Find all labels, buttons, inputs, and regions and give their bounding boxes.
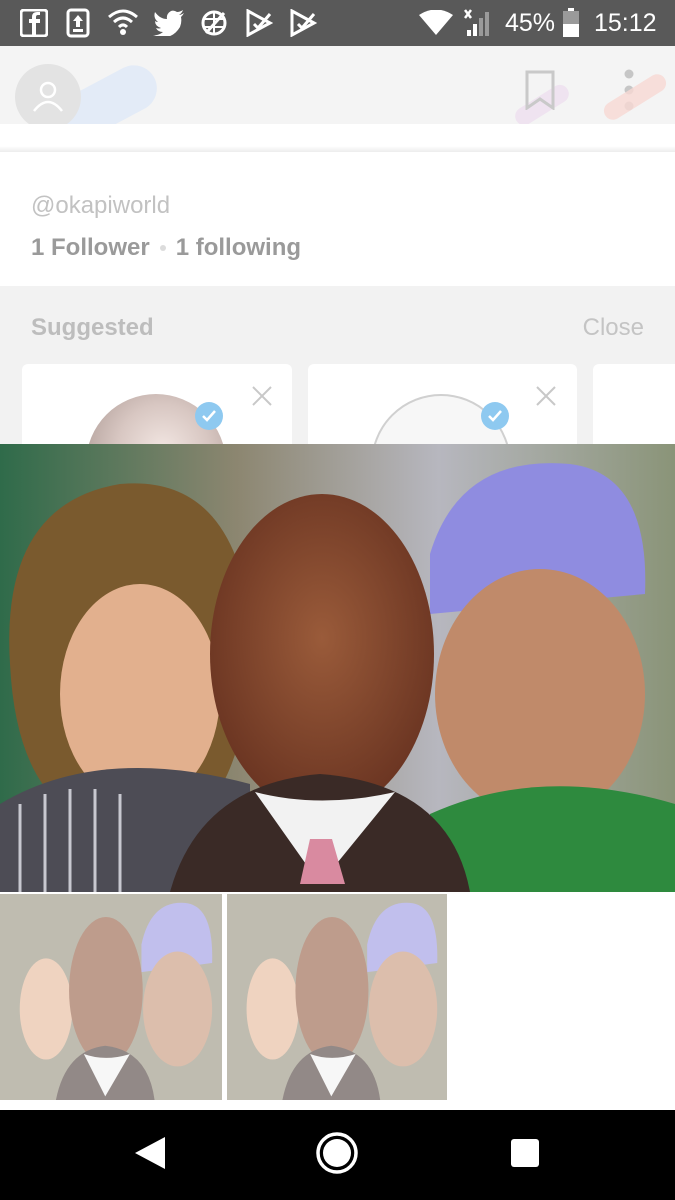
avatar-icon [30, 77, 66, 118]
battery-icon [561, 0, 581, 46]
suggested-card[interactable] [593, 364, 675, 454]
status-bar: 45% 15:12 [0, 0, 675, 46]
clock: 15:12 [594, 8, 657, 37]
profile-info: @okapiworld 1 Follower 1 following [0, 152, 675, 286]
following-link[interactable]: 1 following [176, 234, 301, 262]
divider [0, 124, 675, 152]
suggested-section: Suggested Close [0, 286, 675, 454]
download-icon [64, 0, 92, 46]
post-photo[interactable] [0, 444, 675, 892]
verified-icon [481, 402, 509, 430]
app-header [0, 46, 675, 145]
photo-thumbnail[interactable] [227, 894, 447, 1100]
suggested-card[interactable] [22, 364, 292, 454]
dismiss-icon[interactable] [534, 384, 558, 408]
recents-icon [510, 1138, 540, 1173]
facebook-icon [18, 0, 50, 46]
play-check-icon [288, 0, 318, 46]
dismiss-icon[interactable] [250, 384, 274, 408]
recents-button[interactable] [495, 1110, 555, 1200]
vpn-icon [198, 0, 230, 46]
play-check-icon [244, 0, 274, 46]
verified-icon [195, 402, 223, 430]
separator-dot [159, 245, 166, 251]
suggested-title: Suggested [31, 314, 154, 341]
shield-wifi-icon [106, 0, 140, 46]
followers-link[interactable]: 1 Follower [31, 234, 150, 262]
wifi-icon [418, 0, 454, 46]
system-nav-bar [0, 1110, 675, 1200]
suggested-card[interactable] [308, 364, 577, 454]
avatar-button[interactable] [15, 64, 81, 130]
suggested-close-button[interactable]: Close [583, 314, 644, 342]
back-button[interactable] [120, 1110, 180, 1200]
twitter-icon [152, 0, 186, 46]
username: @okapiworld [31, 192, 171, 219]
bookmark-button[interactable] [522, 70, 558, 114]
home-button[interactable] [307, 1110, 367, 1200]
bookmark-icon [524, 70, 556, 115]
follow-stats: 1 Follower 1 following [31, 234, 301, 262]
signal-icon [460, 0, 492, 46]
home-icon [315, 1131, 359, 1180]
back-icon [133, 1135, 167, 1176]
battery-percent: 45% [505, 8, 556, 37]
photo-thumbnail[interactable] [0, 894, 222, 1100]
